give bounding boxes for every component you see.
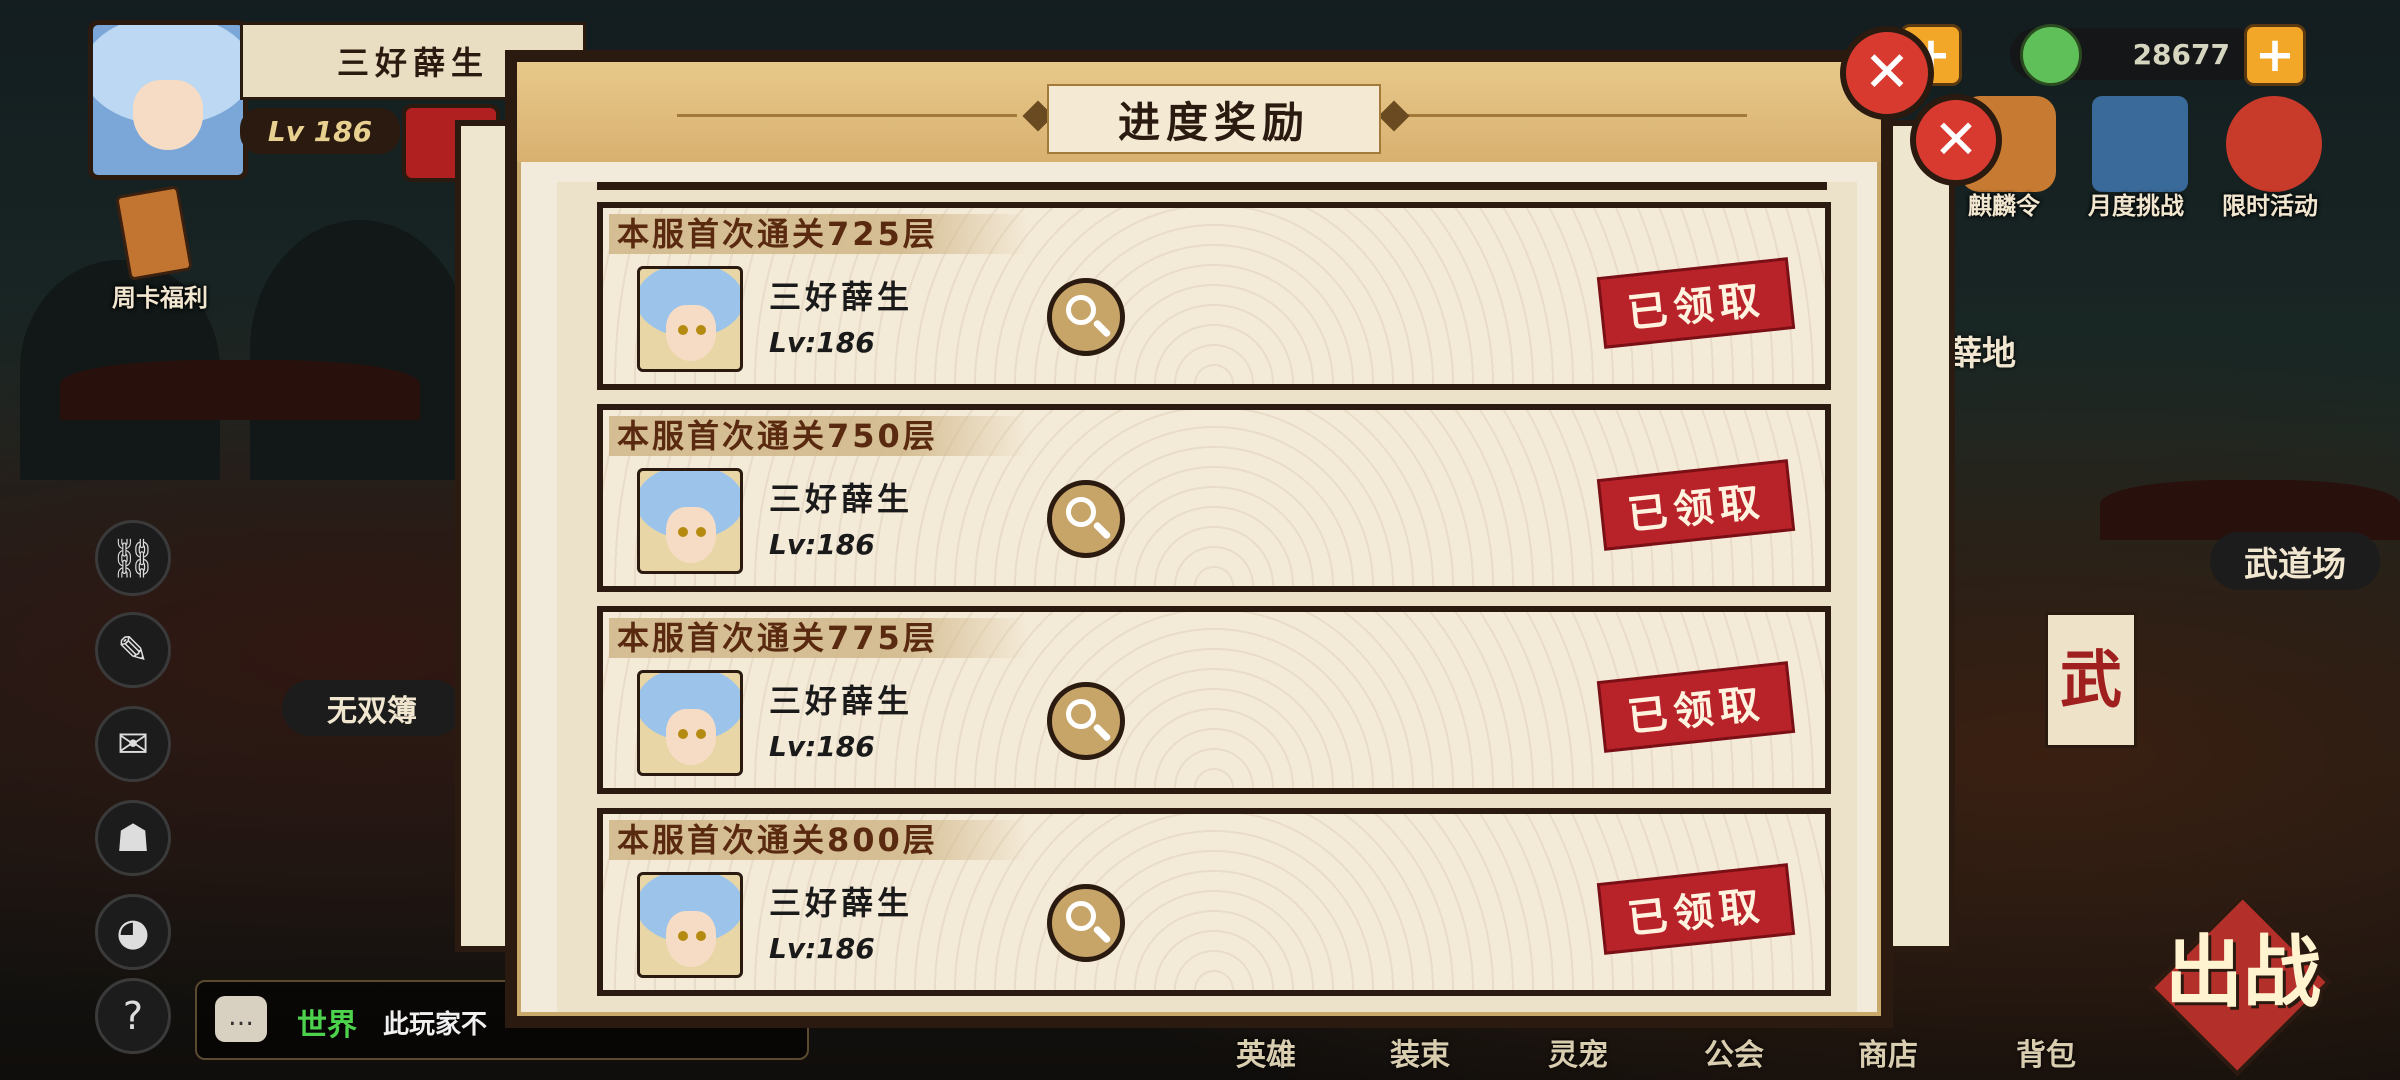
field-label[interactable]: 薛地 — [1948, 326, 2016, 375]
add-jade-button[interactable]: + — [2244, 24, 2306, 86]
dialog-header: 进度奖励 — [517, 62, 1881, 162]
battle-button[interactable]: 出战 — [2165, 910, 2321, 1022]
player-level: Lv:186 — [769, 326, 875, 359]
mail-icon[interactable]: ✉ — [95, 706, 171, 782]
avatar[interactable] — [637, 468, 743, 574]
search-icon[interactable] — [1047, 682, 1125, 760]
ornament-icon — [1378, 100, 1410, 132]
player-name: 三好薛生 — [769, 480, 914, 518]
nav-guild[interactable]: 公会 — [1704, 1030, 1764, 1074]
player-level: Lv:186 — [769, 730, 875, 763]
chat-channel: 世界 — [297, 1008, 357, 1043]
player-name: 三好薛生 — [769, 884, 914, 922]
nav-heroes[interactable]: 英雄 — [1236, 1030, 1296, 1074]
row-title: 本服首次通关775层 — [609, 618, 1028, 658]
row-title: 本服首次通关800层 — [609, 820, 1028, 860]
list-item: 本服首次通关775层 三好薛生 Lv:186 已领取 — [597, 606, 1831, 794]
jade-currency-icon — [2020, 24, 2082, 86]
nav-outfit[interactable]: 装束 — [1390, 1030, 1450, 1074]
close-button[interactable]: ✕ — [1840, 26, 1934, 120]
reward-list[interactable]: 本服首次通关725层 三好薛生 Lv:186 已领取 本服首次通关750层 三好… — [557, 182, 1857, 1012]
martial-banner: 武 — [2045, 612, 2137, 748]
search-icon[interactable] — [1047, 278, 1125, 356]
list-item: 本服首次通关750层 三好薛生 Lv:186 已领取 — [597, 404, 1831, 592]
top-menu-label: 限时活动 — [2222, 192, 2318, 220]
claimed-stamp: 已领取 — [1600, 462, 1792, 548]
row-title: 本服首次通关725层 — [609, 214, 1028, 254]
player-level: Lv:186 — [769, 932, 875, 965]
friends-icon[interactable]: ☗ — [95, 800, 171, 876]
scroll-icon[interactable]: ✎ — [95, 612, 171, 688]
weekly-card-label: 周卡福利 — [112, 284, 208, 312]
top-menu-label: 月度挑战 — [2088, 192, 2184, 220]
list-item: 本服首次通关725层 三好薛生 Lv:186 已领取 — [597, 202, 1831, 390]
claimed-stamp: 已领取 — [1600, 866, 1792, 952]
avatar[interactable] — [637, 670, 743, 776]
dojo-label[interactable]: 武道场 — [2210, 532, 2380, 590]
help-icon[interactable]: ? — [95, 978, 171, 1054]
limited-event-icon[interactable] — [2226, 96, 2322, 192]
underlying-close-button[interactable]: ✕ — [1910, 94, 2002, 186]
player-level: Lv:186 — [769, 528, 875, 561]
list-item: 本服首次通关800层 三好薛生 Lv:186 已领取 — [597, 808, 1831, 996]
claimed-stamp: 已领取 — [1600, 664, 1792, 750]
player-level: Lv 186 — [240, 108, 400, 154]
player-name: 三好薛生 — [769, 682, 914, 720]
search-icon[interactable] — [1047, 480, 1125, 558]
qq-icon[interactable]: ◕ — [95, 894, 171, 970]
link-icon[interactable]: ⛓ — [95, 520, 171, 596]
top-menu-label: 麒麟令 — [1968, 192, 2040, 220]
currency-amount: 28677 — [2132, 37, 2230, 71]
wushuang-label[interactable]: 无双簿 — [282, 680, 462, 736]
player-avatar[interactable] — [88, 20, 248, 180]
nav-bag[interactable]: 背包 — [2016, 1030, 2076, 1074]
dialog-title: 进度奖励 — [1047, 84, 1381, 154]
claimed-stamp: 已领取 — [1600, 260, 1792, 346]
chat-bubble-icon: … — [215, 996, 267, 1042]
nav-pets[interactable]: 灵宠 — [1548, 1030, 1608, 1074]
row-title: 本服首次通关750层 — [609, 416, 1028, 456]
progress-reward-dialog: 进度奖励 本服首次通关725层 三好薛生 Lv:186 已领取 本服首次通关75… — [505, 50, 1893, 1028]
nav-shop[interactable]: 商店 — [1858, 1030, 1918, 1074]
avatar[interactable] — [637, 266, 743, 372]
search-icon[interactable] — [1047, 884, 1125, 962]
monthly-challenge-icon[interactable] — [2092, 96, 2188, 192]
player-name: 三好薛生 — [769, 278, 914, 316]
avatar[interactable] — [637, 872, 743, 978]
